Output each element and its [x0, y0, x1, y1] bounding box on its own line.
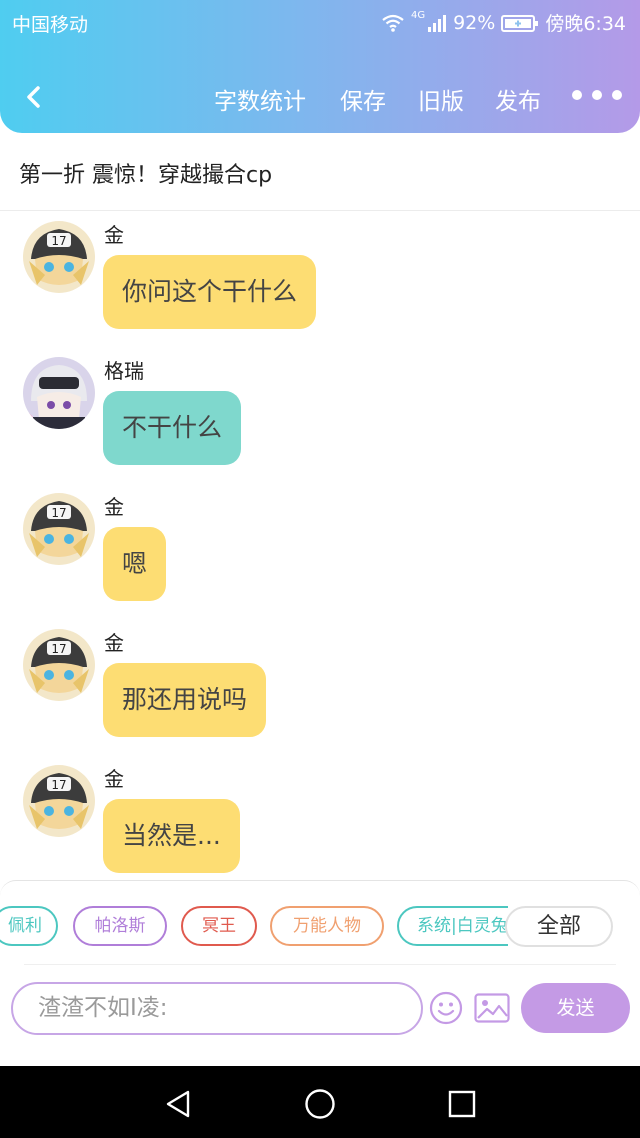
sender-name: 金	[104, 223, 124, 247]
character-chip-paluosi[interactable]: 帕洛斯	[73, 906, 167, 946]
avatar-gerui[interactable]	[23, 357, 95, 429]
character-chip-wanneng[interactable]: 万能人物	[270, 906, 384, 946]
circle-home-icon	[305, 1089, 335, 1119]
more-dot-icon	[572, 90, 582, 100]
triangle-back-icon	[166, 1090, 190, 1118]
word-count-button[interactable]: 字数统计	[214, 82, 306, 116]
old-version-button[interactable]: 旧版	[418, 82, 464, 116]
divider	[0, 210, 640, 211]
back-button[interactable]	[20, 82, 50, 112]
image-button[interactable]	[474, 993, 510, 1023]
signal-icon	[427, 13, 447, 33]
battery-icon	[501, 13, 539, 33]
send-button[interactable]: 发送	[521, 983, 630, 1033]
sender-name: 金	[104, 767, 124, 791]
nav-back-button[interactable]	[163, 1088, 195, 1120]
carrier-label: 中国移动	[12, 14, 89, 36]
sender-name: 格瑞	[104, 359, 144, 383]
avatar-jin[interactable]: 17	[23, 765, 95, 837]
more-button[interactable]	[572, 90, 622, 100]
avatar-jin[interactable]: 17	[23, 629, 95, 701]
save-button[interactable]: 保存	[340, 82, 386, 116]
message-bubble[interactable]: 嗯	[103, 527, 167, 601]
publish-button[interactable]: 发布	[495, 82, 541, 116]
svg-text:17: 17	[51, 778, 66, 792]
clock: 傍晚6:34	[545, 13, 626, 35]
chapter-title[interactable]: 第一折 震惊！穿越撮合cp	[19, 157, 272, 189]
divider	[24, 964, 616, 965]
system-nav-bar	[0, 1066, 640, 1138]
network-type-label: 4G	[410, 10, 426, 21]
smiley-icon	[429, 991, 463, 1025]
wifi-icon	[381, 13, 405, 33]
image-icon	[474, 993, 510, 1023]
header: 中国移动 4G 92% 傍晚6:34 字数统计 保存 旧版 发布	[0, 0, 640, 133]
battery-percent: 92%	[453, 11, 496, 34]
message-input[interactable]: 渣渣不如I凌:	[11, 982, 423, 1035]
sender-name: 金	[104, 495, 124, 519]
sender-name: 金	[104, 631, 124, 655]
svg-text:17: 17	[51, 234, 66, 248]
message-bubble[interactable]: 当然是...	[103, 799, 240, 873]
message-bubble[interactable]: 不干什么	[103, 391, 242, 465]
emoji-button[interactable]	[429, 991, 463, 1025]
chevron-left-icon	[27, 86, 40, 108]
square-recents-icon	[448, 1090, 476, 1118]
character-chip-system[interactable]: 系统|白灵兔	[397, 906, 508, 946]
message-bubble[interactable]: 你问这个干什么	[103, 255, 317, 329]
message-bubble[interactable]: 那还用说吗	[103, 663, 267, 737]
svg-text:17: 17	[51, 642, 66, 656]
more-dot-icon	[612, 90, 622, 100]
all-characters-button[interactable]: 全部	[505, 906, 613, 947]
avatar-jin[interactable]: 17	[23, 493, 95, 565]
character-chip-mingwang[interactable]: 冥王	[181, 906, 257, 946]
status-icons: 4G 92% 傍晚6:34	[381, 9, 626, 36]
more-dot-icon	[592, 90, 602, 100]
status-bar: 中国移动 4G 92% 傍晚6:34	[0, 0, 640, 44]
nav-home-button[interactable]	[304, 1088, 336, 1120]
avatar-jin[interactable]: 17	[23, 221, 95, 293]
character-chip-peili[interactable]: 佩利	[0, 906, 58, 946]
toolbar: 字数统计 保存 旧版 发布	[0, 70, 640, 122]
character-chip-list[interactable]: 佩利 帕洛斯 冥王 万能人物 系统|白灵兔	[0, 906, 508, 950]
svg-text:17: 17	[51, 506, 66, 520]
nav-recents-button[interactable]	[446, 1088, 478, 1120]
